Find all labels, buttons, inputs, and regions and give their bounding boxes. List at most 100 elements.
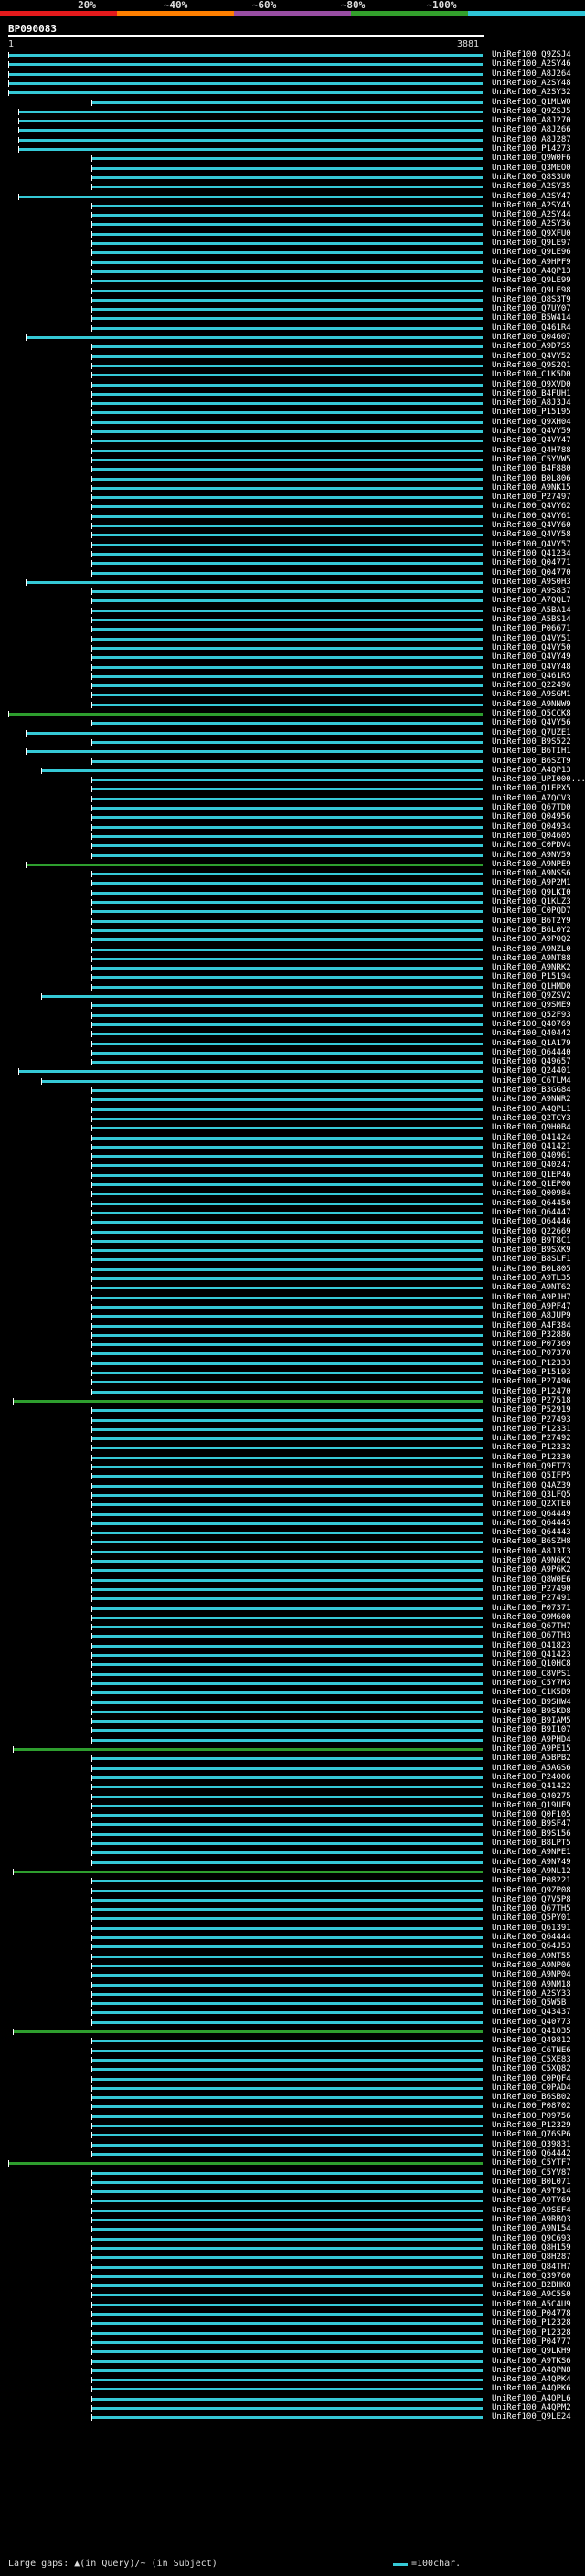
hit-start-tick bbox=[91, 955, 92, 962]
hit-start-tick bbox=[18, 136, 19, 143]
hit-start-tick bbox=[91, 1511, 92, 1518]
hit-start-tick bbox=[8, 711, 9, 717]
hit-start-tick bbox=[91, 1021, 92, 1028]
hit-alignment-bar bbox=[91, 807, 483, 810]
hit-alignment-bar bbox=[91, 1898, 483, 1902]
hit-start-tick bbox=[91, 1473, 92, 1480]
hit-start-tick bbox=[91, 2320, 92, 2327]
hit-start-tick bbox=[91, 738, 92, 746]
hit-alignment-bar bbox=[91, 1776, 483, 1779]
hit-alignment-bar bbox=[91, 175, 483, 179]
hit-start-tick bbox=[91, 1699, 92, 1706]
hit-alignment-bar bbox=[91, 2256, 483, 2260]
hit-alignment-bar bbox=[91, 1766, 483, 1770]
hit-start-tick bbox=[91, 2056, 92, 2063]
hit-start-tick bbox=[91, 588, 92, 596]
hit-alignment-bar bbox=[91, 157, 483, 161]
hit-alignment-bar bbox=[91, 2171, 483, 2175]
hit-alignment-bar bbox=[91, 2115, 483, 2118]
hit-alignment-bar bbox=[91, 166, 483, 170]
hit-start-tick bbox=[18, 127, 19, 134]
hit-alignment-bar bbox=[91, 1061, 483, 1065]
hit-start-tick bbox=[91, 1953, 92, 1960]
hit-alignment-bar bbox=[91, 1738, 483, 1742]
hit-alignment-bar bbox=[91, 1851, 483, 1855]
hit-alignment-bar bbox=[91, 1484, 483, 1488]
hit-alignment-bar bbox=[91, 468, 483, 472]
hit-start-tick bbox=[91, 1351, 92, 1358]
hit-start-tick bbox=[91, 212, 92, 219]
hit-start-tick bbox=[91, 692, 92, 699]
hit-alignment-bar bbox=[91, 2294, 483, 2297]
hit-start-tick bbox=[91, 1652, 92, 1659]
hit-start-tick bbox=[91, 917, 92, 925]
scale-label-20: 20% bbox=[78, 0, 96, 11]
hit-start-tick bbox=[91, 2329, 92, 2337]
hit-start-tick bbox=[8, 80, 9, 87]
hit-alignment-bar bbox=[91, 1681, 483, 1685]
hit-start-tick bbox=[91, 889, 92, 896]
hit-alignment-bar bbox=[91, 1004, 483, 1008]
hit-start-tick bbox=[91, 1097, 92, 1104]
hit-start-tick bbox=[91, 2075, 92, 2083]
hit-alignment-bar bbox=[91, 402, 483, 406]
hit-alignment-bar bbox=[18, 110, 483, 113]
hit-alignment-bar bbox=[91, 656, 483, 660]
hit-alignment-bar bbox=[13, 1870, 483, 1873]
hit-alignment-bar bbox=[91, 1333, 483, 1337]
hit-alignment-bar bbox=[91, 186, 483, 189]
hit-alignment-bar bbox=[91, 628, 483, 631]
footer-legend: Large gaps: ▲(in Query)/~ (in Subject) bbox=[8, 2559, 218, 2569]
hit-start-tick bbox=[91, 1322, 92, 1330]
hit-alignment-bar bbox=[91, 844, 483, 848]
hit-start-tick bbox=[91, 1595, 92, 1603]
hit-alignment-bar bbox=[41, 995, 483, 998]
hit-start-tick bbox=[91, 1548, 92, 1555]
hit-alignment-bar bbox=[91, 440, 483, 443]
hit-alignment-bar bbox=[91, 779, 483, 782]
hit-start-tick bbox=[91, 1445, 92, 1452]
hit-alignment-bar bbox=[91, 1644, 483, 1648]
hit-start-tick bbox=[91, 155, 92, 163]
hit-start-tick bbox=[91, 278, 92, 285]
color-scale: 20% ~40% ~60% ~80% ~100% bbox=[0, 0, 585, 18]
hit-start-tick bbox=[91, 2009, 92, 2017]
hit-alignment-bar bbox=[91, 486, 483, 490]
hit-alignment-bar bbox=[91, 392, 483, 396]
hit-start-tick bbox=[91, 2263, 92, 2271]
hit-alignment-bar bbox=[91, 1880, 483, 1883]
hit-start-tick bbox=[91, 1276, 92, 1282]
hit-start-tick bbox=[91, 2019, 92, 2026]
hit-start-tick bbox=[91, 1407, 92, 1415]
hit-label[interactable]: UniRef100_Q9LE24 bbox=[492, 2412, 571, 2422]
hit-alignment-bar bbox=[91, 2265, 483, 2269]
hit-start-tick bbox=[91, 1840, 92, 1847]
hit-alignment-bar bbox=[91, 1691, 483, 1695]
hit-alignment-bar bbox=[91, 204, 483, 207]
hit-alignment-bar bbox=[91, 1164, 483, 1168]
hit-alignment-bar bbox=[91, 619, 483, 621]
hit-alignment-bar bbox=[91, 694, 483, 697]
hit-alignment-bar bbox=[91, 1023, 483, 1026]
hit-start-tick bbox=[91, 1370, 92, 1376]
hit-alignment-bar bbox=[91, 646, 483, 650]
hit-alignment-bar bbox=[91, 1202, 483, 1205]
query-title: BP090083 bbox=[8, 23, 57, 35]
hit-start-tick bbox=[91, 758, 92, 765]
hit-alignment-bar bbox=[91, 834, 483, 838]
hit-alignment-bar bbox=[91, 797, 483, 800]
hit-alignment-bar bbox=[91, 1616, 483, 1619]
hit-alignment-bar bbox=[8, 72, 483, 76]
hit-alignment-bar bbox=[91, 2284, 483, 2288]
hit-start-tick bbox=[91, 1906, 92, 1913]
hit-start-tick bbox=[91, 2367, 92, 2374]
hit-alignment-bar bbox=[91, 1626, 483, 1629]
hit-start-tick bbox=[13, 1868, 14, 1875]
hit-start-tick bbox=[91, 983, 92, 991]
hit-start-tick bbox=[91, 1266, 92, 1273]
hit-start-tick bbox=[91, 523, 92, 529]
hit-row[interactable]: UniRef100_Q9LE24 bbox=[0, 2412, 585, 2422]
hit-alignment-bar bbox=[91, 326, 483, 330]
hit-start-tick bbox=[91, 1830, 92, 1838]
hit-start-tick bbox=[18, 1068, 19, 1076]
